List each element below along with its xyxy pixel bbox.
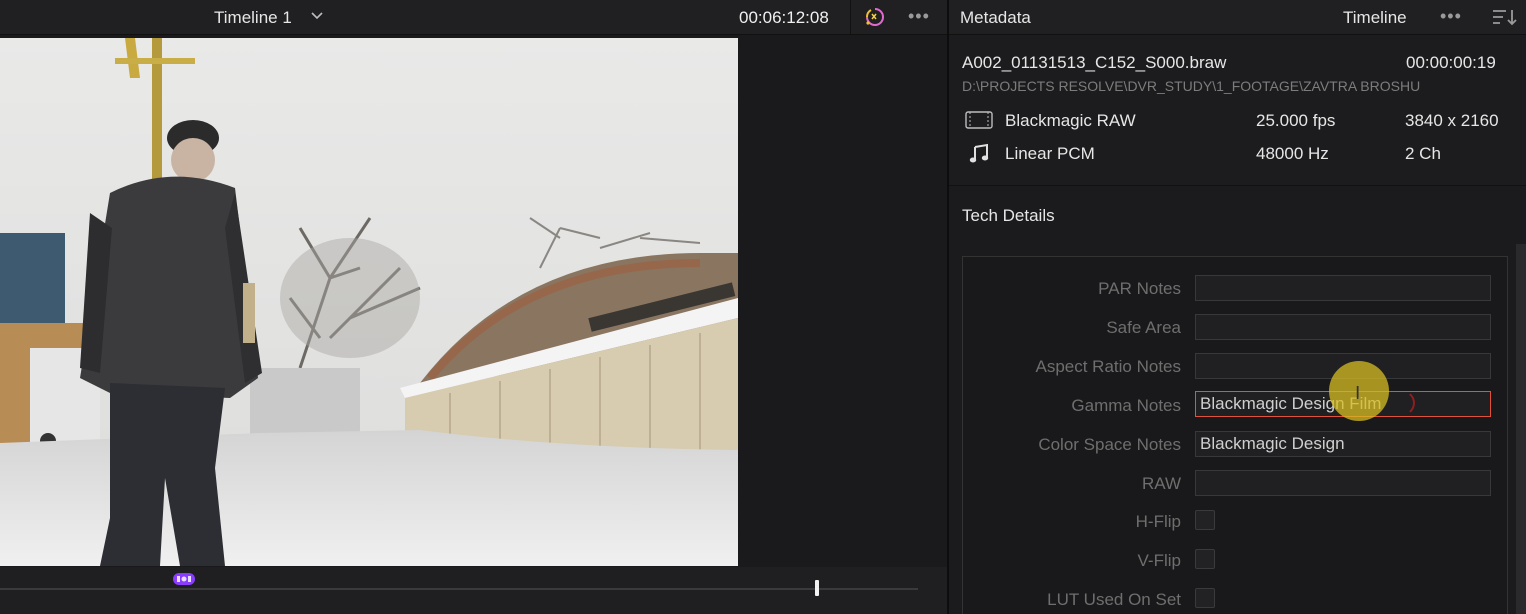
lut-used-on-set-label: LUT Used On Set — [1047, 590, 1181, 609]
film-icon — [965, 111, 993, 129]
h-flip-checkbox[interactable] — [1195, 510, 1215, 530]
clip-file-path: D:\PROJECTS RESOLVE\DVR_STUDY\1_FOOTAGE\… — [962, 78, 1421, 94]
chevron-down-icon[interactable] — [310, 9, 324, 23]
video-frame — [0, 38, 738, 566]
playhead-handle[interactable] — [815, 580, 819, 596]
viewer-options-button[interactable]: ••• — [908, 6, 930, 27]
clip-duration: 00:00:00:19 — [1406, 53, 1496, 72]
par-notes-label: PAR Notes — [1098, 279, 1181, 298]
metadata-options-button[interactable]: ••• — [1440, 6, 1462, 27]
h-flip-label: H-Flip — [1135, 512, 1181, 531]
safe-area-field[interactable] — [1195, 314, 1491, 340]
v-flip-checkbox[interactable] — [1195, 549, 1215, 569]
tech-details-title[interactable]: Tech Details — [962, 206, 1055, 226]
v-flip-label: V-Flip — [1137, 551, 1181, 570]
raw-field[interactable] — [1195, 470, 1491, 496]
timeline-name-dropdown[interactable]: Timeline 1 — [214, 8, 292, 28]
metadata-scrollbar[interactable] — [1516, 244, 1526, 614]
color-space-notes-label: Color Space Notes — [1038, 435, 1181, 454]
video-frame-rate: 25.000 fps — [1256, 111, 1336, 130]
sort-icon[interactable] — [1492, 8, 1518, 26]
lut-used-on-set-checkbox[interactable] — [1195, 588, 1215, 608]
audio-sample-rate: 48000 Hz — [1256, 144, 1329, 163]
video-resolution: 3840 x 2160 — [1405, 111, 1499, 130]
tab-timeline[interactable]: Timeline — [1343, 8, 1407, 28]
clip-marker-icon[interactable] — [173, 573, 195, 585]
scrub-track[interactable] — [0, 588, 918, 590]
click-ring — [1383, 389, 1415, 417]
timecode-display: 00:06:12:08 — [739, 8, 829, 27]
audio-codec: Linear PCM — [1005, 144, 1095, 163]
video-codec: Blackmagic RAW — [1005, 111, 1136, 130]
safe-area-label: Safe Area — [1106, 318, 1181, 337]
clip-file-name: A002_01131513_C152_S000.braw — [962, 53, 1227, 72]
header-divider — [850, 0, 851, 34]
music-note-icon — [969, 143, 989, 163]
audio-channels: 2 Ch — [1405, 144, 1441, 163]
aspect-ratio-notes-label: Aspect Ratio Notes — [1035, 357, 1181, 376]
text-cursor-icon: I — [1355, 383, 1361, 404]
scrub-bar-area — [0, 567, 947, 614]
par-notes-field[interactable] — [1195, 275, 1491, 301]
raw-label: RAW — [1141, 474, 1181, 493]
color-space-notes-field[interactable]: Blackmagic Design — [1195, 431, 1491, 457]
gamma-notes-label: Gamma Notes — [1071, 396, 1181, 415]
metadata-panel-title: Metadata — [960, 8, 1031, 27]
effects-icon[interactable] — [863, 6, 887, 28]
